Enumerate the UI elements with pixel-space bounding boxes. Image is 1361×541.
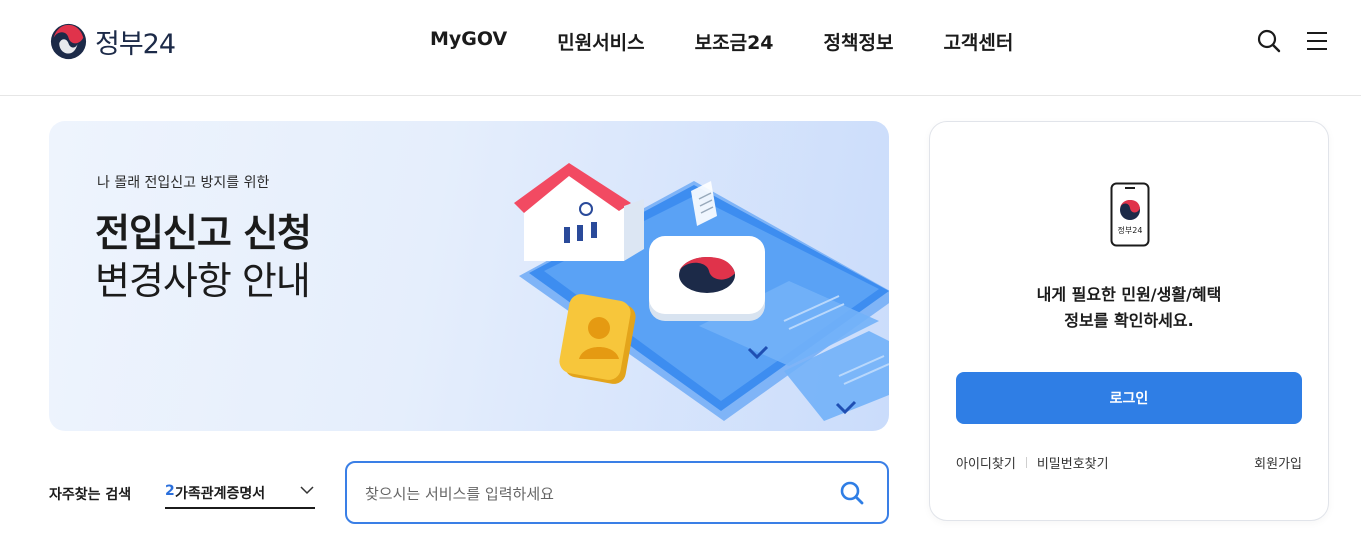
service-search-input[interactable] [365, 480, 825, 508]
login-message: 내게 필요한 민원/생활/혜택 정보를 확인하세요. [930, 282, 1328, 334]
device-label: 정부24 [1118, 225, 1143, 235]
search-submit-icon[interactable] [839, 480, 865, 506]
promo-banner[interactable]: 나 몰래 전입신고 방지를 위한 전입신고 신청 변경사항 안내 [49, 121, 889, 431]
popular-search-label: 자주찾는 검색 [49, 487, 132, 503]
chevron-down-icon [300, 486, 314, 495]
banner-subtitle: 변경사항 안내 [95, 259, 311, 303]
login-panel: 정부24 내게 필요한 민원/생활/혜택 정보를 확인하세요. 로그인 아이디찾… [929, 121, 1329, 521]
popular-search-rank: 2 [165, 483, 175, 499]
menu-icon[interactable] [1304, 28, 1330, 54]
site-header: 정부24 MyGOV 민원서비스 보조금24 정책정보 고객센터 [0, 0, 1361, 96]
find-password-link[interactable]: 비밀번호찾기 [1037, 453, 1109, 472]
popular-search-value: 가족관계증명서 [175, 486, 266, 502]
banner-eyebrow: 나 몰래 전입신고 방지를 위한 [97, 175, 270, 191]
banner-title: 전입신고 신청 [95, 211, 312, 255]
login-message-line2: 정보를 확인하세요. [1064, 311, 1194, 330]
search-icon[interactable] [1256, 28, 1282, 54]
login-button[interactable]: 로그인 [956, 372, 1302, 424]
service-search-box [345, 461, 889, 524]
signup-link[interactable]: 회원가입 [1254, 453, 1302, 472]
mobile-id-icon: 정부24 [1110, 182, 1150, 247]
logo[interactable]: 정부24 [50, 22, 176, 61]
banner-illustration [514, 163, 889, 421]
account-links: 아이디찾기 비밀번호찾기 [956, 453, 1109, 472]
nav-item-mygov[interactable]: MyGOV [430, 28, 507, 55]
login-message-line1: 내게 필요한 민원/생활/혜택 [1036, 285, 1222, 304]
link-divider [1025, 457, 1027, 468]
nav-item-policy-info[interactable]: 정책정보 [824, 28, 894, 55]
popular-search-dropdown[interactable]: 2 가족관계증명서 [165, 476, 315, 509]
find-id-link[interactable]: 아이디찾기 [956, 453, 1016, 472]
main-nav: MyGOV 민원서비스 보조금24 정책정보 고객센터 [405, 28, 1038, 55]
nav-item-civil-services[interactable]: 민원서비스 [557, 28, 644, 55]
taegeuk-logo-icon [50, 23, 87, 60]
nav-item-customer-center[interactable]: 고객센터 [943, 28, 1013, 55]
logo-text: 정부24 [95, 29, 176, 60]
nav-item-subsidy24[interactable]: 보조금24 [695, 28, 774, 55]
